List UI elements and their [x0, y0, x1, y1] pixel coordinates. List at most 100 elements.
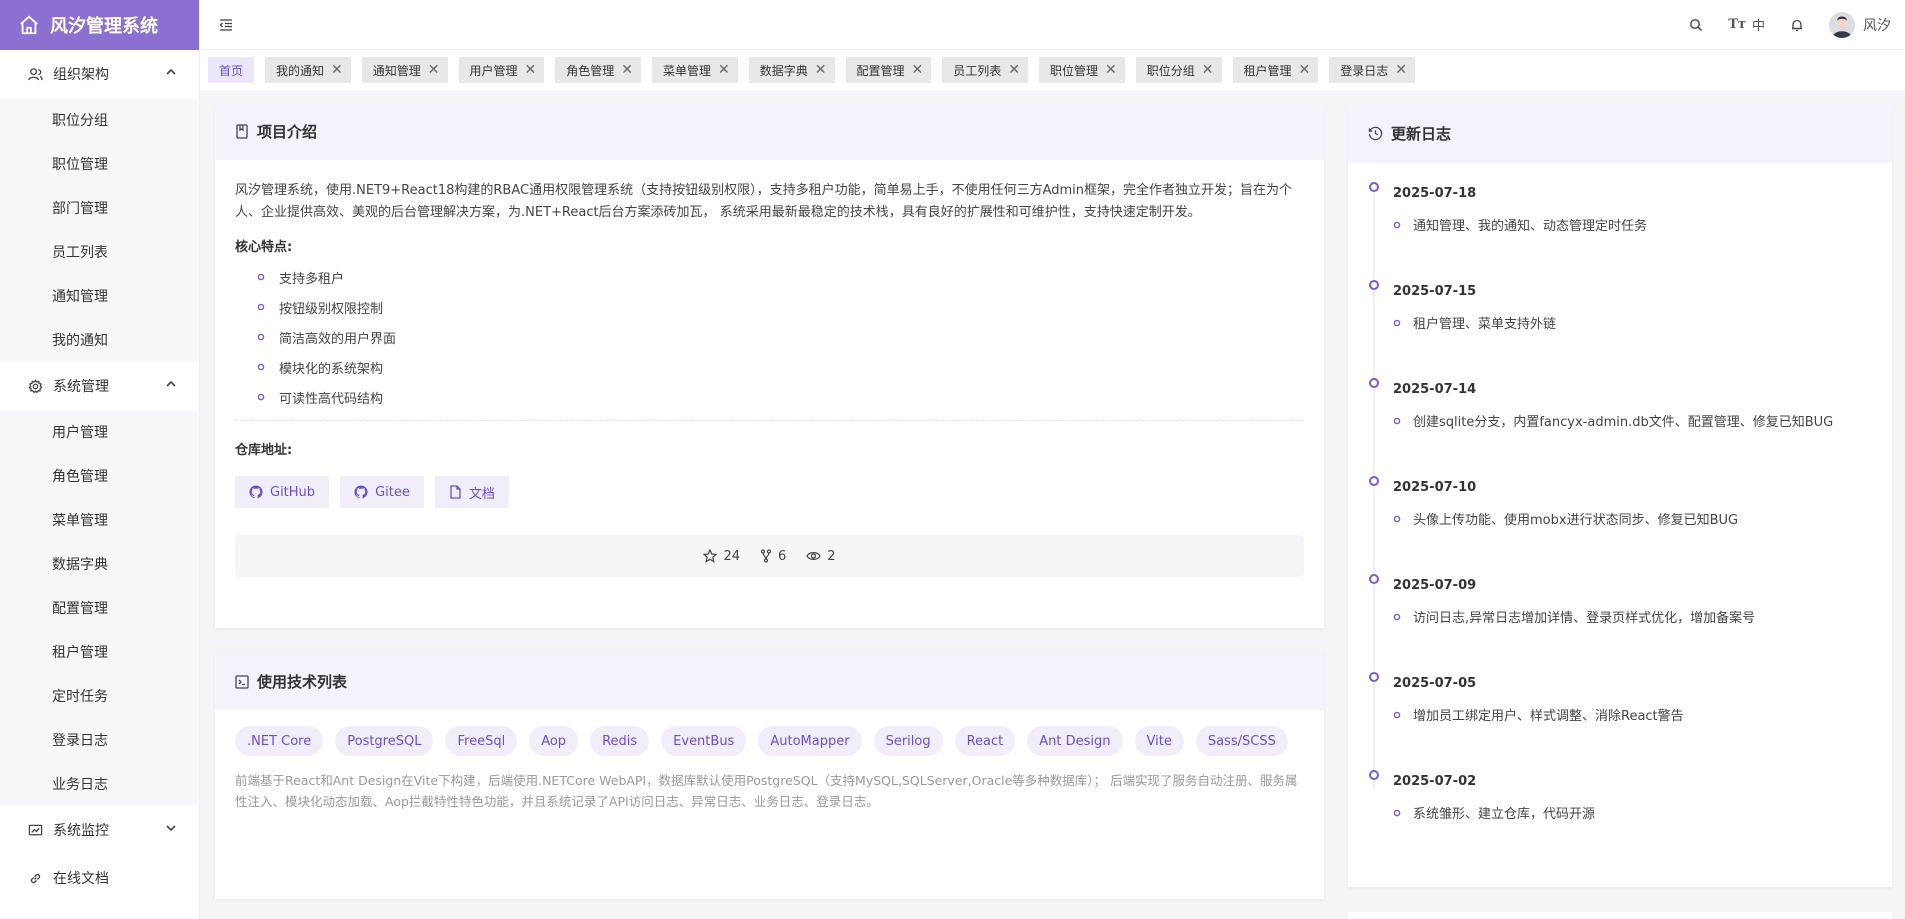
- gitee-button[interactable]: Gitee: [340, 476, 424, 508]
- sidebar-item-department[interactable]: 部门管理: [0, 186, 199, 230]
- sidebar-item-login-log[interactable]: 登录日志: [0, 718, 199, 762]
- close-icon[interactable]: ✕: [1299, 62, 1311, 78]
- close-icon[interactable]: ✕: [1008, 62, 1020, 78]
- language-switch[interactable]: Tт 中: [1728, 15, 1765, 34]
- gitee-label: Gitee: [375, 484, 410, 500]
- sidebar-item-config[interactable]: 配置管理: [0, 586, 199, 630]
- tab-users[interactable]: 用户管理 ✕: [458, 57, 545, 83]
- menu-group-label: 系统监控: [53, 823, 109, 839]
- divider: [235, 420, 1304, 421]
- tab-label: 数据字典: [759, 63, 808, 78]
- close-icon[interactable]: ✕: [428, 62, 440, 78]
- gear-icon: [27, 378, 43, 394]
- chevron-down-icon: [165, 822, 177, 838]
- close-icon[interactable]: ✕: [621, 62, 633, 78]
- menu-group-docs-head[interactable]: 在线文档: [0, 854, 199, 902]
- feature-list: 支持多租户 按钮级别权限控制 简洁高效的用户界面 模块化的系统架构 可读性高代码…: [235, 262, 1304, 412]
- sidebar-item-dictionary[interactable]: 数据字典: [0, 542, 199, 586]
- sidebar-item-my-notifications[interactable]: 我的通知: [0, 318, 199, 362]
- terminal-icon: [235, 674, 249, 689]
- timeline-entry: 2025-07-14 创建sqlite分支，内置fancyx-admin.db文…: [1368, 375, 1872, 473]
- menu-group-org-head[interactable]: 组织架构: [0, 50, 199, 98]
- close-icon[interactable]: ✕: [1395, 62, 1407, 78]
- tab-my-notifications[interactable]: 我的通知 ✕: [265, 57, 351, 83]
- github-icon: [354, 485, 368, 499]
- card-header: 更新日志: [1348, 103, 1892, 163]
- docs-button[interactable]: 文档: [434, 476, 509, 508]
- menu-fold-icon[interactable]: [216, 15, 236, 35]
- timeline-entry: 2025-07-02 系统雏形、建立仓库，代码开源: [1368, 767, 1872, 865]
- timeline-text: 系统雏形、建立仓库，代码开源: [1393, 803, 1872, 822]
- list-item: 可读性高代码结构: [257, 382, 1304, 412]
- tab-label: 菜单管理: [663, 63, 712, 78]
- bell-icon[interactable]: [1787, 15, 1807, 35]
- tech-chip: Aop: [529, 726, 579, 756]
- tech-description: 前端基于React和Ant Design在Vite下构建，后端使用.NETCor…: [235, 773, 1298, 809]
- timeline-date: 2025-07-10: [1393, 480, 1477, 495]
- sidebar-item-menus[interactable]: 菜单管理: [0, 498, 199, 542]
- sidebar-item-position-group[interactable]: 职位分组: [0, 98, 199, 142]
- github-label: GitHub: [270, 484, 316, 500]
- close-icon[interactable]: ✕: [525, 62, 537, 78]
- tab-label: 租户管理: [1243, 63, 1292, 78]
- menu-group-label: 组织架构: [53, 67, 109, 83]
- tab-roles[interactable]: 角色管理 ✕: [555, 57, 642, 83]
- tech-chip: Sass/SCSS: [1195, 726, 1288, 756]
- sidebar-item-users[interactable]: 用户管理: [0, 410, 199, 454]
- timeline-date: 2025-07-05: [1393, 676, 1477, 691]
- changelog-card: 更新日志 2025-07-18 通知管理、我的通知、动态管理定时任务 2025-…: [1348, 103, 1892, 887]
- close-icon[interactable]: ✕: [1105, 62, 1117, 78]
- sidebar-item-notifications[interactable]: 通知管理: [0, 274, 199, 318]
- tech-chip: PostgreSQL: [335, 726, 434, 756]
- app-logo[interactable]: 风汐管理系统: [0, 0, 199, 50]
- github-button[interactable]: GitHub: [235, 476, 330, 508]
- sidebar-item-tenants[interactable]: 租户管理: [0, 630, 199, 674]
- star-icon: [703, 549, 718, 563]
- repo-stats: 24 6 2: [235, 535, 1304, 577]
- close-icon[interactable]: ✕: [331, 62, 343, 78]
- tab-login-log[interactable]: 登录日志 ✕: [1329, 57, 1416, 83]
- timeline-text: 通知管理、我的通知、动态管理定时任务: [1393, 215, 1872, 234]
- sidebar-item-business-log[interactable]: 业务日志: [0, 762, 199, 806]
- tab-home[interactable]: 首页: [208, 57, 255, 83]
- tab-positions[interactable]: 职位管理 ✕: [1039, 57, 1125, 83]
- org-icon: [27, 66, 43, 82]
- tab-dictionary[interactable]: 数据字典 ✕: [748, 57, 835, 83]
- monitor-icon: [27, 822, 43, 838]
- language-label: 中: [1751, 19, 1765, 34]
- tab-employees[interactable]: 员工列表 ✕: [942, 57, 1029, 83]
- sidebar: 风汐管理系统 组织架构 职位分组 职位管理 部门管理 员工列表 通知管理 我的通…: [0, 0, 200, 919]
- tab-position-groups[interactable]: 职位分组 ✕: [1135, 57, 1222, 83]
- card-header: 使用技术列表: [215, 653, 1324, 710]
- sidebar-item-scheduled-tasks[interactable]: 定时任务: [0, 674, 199, 718]
- avatar[interactable]: [1829, 11, 1855, 38]
- tab-tenants[interactable]: 租户管理 ✕: [1232, 57, 1319, 83]
- menu-group-monitor-head[interactable]: 系统监控: [0, 806, 199, 854]
- bullet-icon: [1393, 221, 1401, 229]
- tab-config[interactable]: 配置管理 ✕: [845, 57, 932, 83]
- tab-label: 角色管理: [566, 63, 615, 78]
- tab-menus[interactable]: 菜单管理 ✕: [652, 57, 738, 83]
- close-icon[interactable]: ✕: [815, 62, 827, 78]
- card-header: 项目介绍: [215, 103, 1324, 160]
- username[interactable]: 风汐: [1863, 15, 1891, 35]
- timeline-dot: [1369, 574, 1379, 584]
- close-icon[interactable]: ✕: [1202, 62, 1214, 78]
- search-icon[interactable]: [1686, 15, 1706, 35]
- menu-group-org: 组织架构 职位分组 职位管理 部门管理 员工列表 通知管理 我的通知: [0, 50, 199, 362]
- close-icon[interactable]: ✕: [912, 62, 924, 78]
- next-card-edge: [1348, 912, 1892, 919]
- tab-notifications[interactable]: 通知管理 ✕: [361, 57, 448, 83]
- list-item: 简洁高效的用户界面: [257, 322, 1304, 352]
- menu-group-system-head[interactable]: 系统管理: [0, 362, 199, 410]
- history-icon: [1368, 126, 1383, 141]
- sidebar-item-roles[interactable]: 角色管理: [0, 454, 199, 498]
- project-intro-card: 项目介绍 风汐管理系统，使用.NET9+React18构建的RBAC通用权限管理…: [215, 103, 1324, 628]
- tab-bar: 首页 我的通知 ✕ 通知管理 ✕ 用户管理 ✕ 角色管理 ✕ 菜单管理 ✕ 数据字典 ✕ 配…: [200, 50, 1905, 90]
- tab-label: 职位管理: [1050, 63, 1099, 78]
- bullet-icon: [1393, 809, 1401, 817]
- close-icon[interactable]: ✕: [718, 62, 730, 78]
- tech-chip-list: .NET Core PostgreSQL FreeSql Aop Redis E…: [235, 726, 1304, 768]
- sidebar-item-employees[interactable]: 员工列表: [0, 230, 199, 274]
- sidebar-item-position[interactable]: 职位管理: [0, 142, 199, 186]
